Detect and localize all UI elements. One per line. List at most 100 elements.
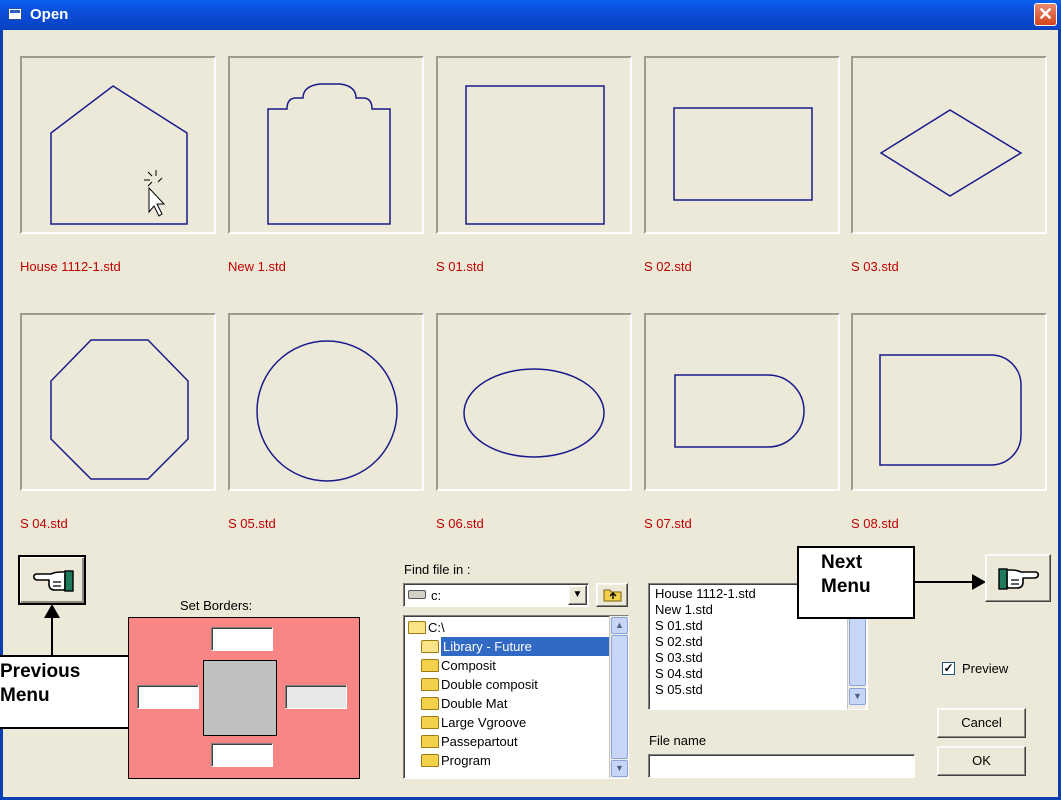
up-folder-button[interactable]: [596, 583, 628, 607]
thumbnail-octagon[interactable]: [20, 313, 216, 491]
next-callout-line1: Next: [821, 552, 863, 573]
thumbnail-label: House 1112-1.std: [20, 259, 121, 274]
next-menu-button[interactable]: [985, 554, 1051, 602]
next-arrow-head: [972, 574, 986, 590]
ok-button[interactable]: OK: [937, 746, 1026, 776]
thumbnail-label: S 02.std: [644, 259, 692, 274]
previous-arrow-head: [44, 604, 60, 618]
file-list-item[interactable]: S 03.std: [651, 650, 847, 666]
thumbnail-rectangle[interactable]: [644, 56, 840, 234]
folder-icon: [421, 735, 439, 748]
file-list-item[interactable]: S 05.std: [651, 682, 847, 698]
tree-item[interactable]: Composit: [406, 656, 610, 675]
close-button[interactable]: ✕: [1034, 3, 1057, 26]
tree-item-label: Double composit: [441, 677, 538, 692]
scroll-up-icon[interactable]: ▲: [611, 617, 628, 634]
cancel-button[interactable]: Cancel: [937, 708, 1026, 738]
tree-item-label: Library - Future: [441, 637, 627, 656]
thumbnail-square[interactable]: [436, 56, 632, 234]
thumbnail-ellipse[interactable]: [436, 313, 632, 491]
drive-select-value: c:: [431, 588, 442, 603]
file-list-scroll-down-icon[interactable]: ▼: [849, 688, 866, 705]
folder-icon: [421, 697, 439, 710]
tree-scrollbar[interactable]: ▲ ▼: [609, 616, 628, 778]
tree-item[interactable]: Library - Future: [406, 637, 627, 656]
thumbnail-label: S 01.std: [436, 259, 484, 274]
next-menu-callout: Next Menu: [797, 546, 915, 619]
folder-up-icon: [603, 589, 622, 602]
thumbnail-circle[interactable]: [228, 313, 424, 491]
check-icon: ✓: [943, 661, 954, 675]
folder-icon: [421, 754, 439, 767]
next-callout-line2: Menu: [821, 576, 871, 597]
border-right-input[interactable]: [285, 685, 347, 709]
chevron-down-icon[interactable]: ▼: [568, 585, 587, 605]
round-right-small-shape-icon: [674, 374, 805, 448]
tree-item[interactable]: Passepartout: [406, 732, 610, 751]
previous-menu-button[interactable]: [18, 555, 86, 605]
file-list-item[interactable]: S 02.std: [651, 634, 847, 650]
thumbnail-house[interactable]: [20, 56, 216, 234]
file-list-item[interactable]: S 01.std: [651, 618, 847, 634]
thumbnail-label: S 08.std: [851, 516, 899, 531]
ellipse-shape-icon: [463, 368, 605, 458]
preview-checkbox[interactable]: ✓: [942, 662, 955, 675]
cancel-button-label: Cancel: [961, 715, 1002, 730]
drive-select[interactable]: c: ▼: [403, 583, 589, 607]
file-name-input[interactable]: [648, 754, 915, 778]
thumbnail-label: S 05.std: [228, 516, 276, 531]
house-shape-icon: [50, 85, 188, 225]
tree-item-label: Large Vgroove: [441, 715, 527, 730]
window-icon: [8, 8, 22, 20]
set-borders-label: Set Borders:: [180, 598, 253, 613]
tree-item-label: Double Mat: [441, 696, 508, 711]
scroll-thumb[interactable]: [611, 635, 628, 759]
tree-item[interactable]: C:\: [406, 618, 610, 637]
diamond-shape-icon: [879, 109, 1023, 197]
next-menu-arrow: [915, 581, 975, 583]
set-borders-panel: [128, 617, 360, 779]
square-shape-icon: [465, 85, 605, 225]
thumbnail-arched[interactable]: [228, 56, 424, 234]
tree-item-label: Composit: [441, 658, 496, 673]
tree-item[interactable]: Double composit: [406, 675, 610, 694]
previous-callout-line2: Menu: [0, 685, 50, 706]
folder-icon: [421, 659, 439, 672]
folder-icon: [421, 716, 439, 729]
tree-item[interactable]: Program: [406, 751, 610, 770]
folder-icon: [421, 678, 439, 691]
border-top-input[interactable]: [211, 627, 273, 651]
thumbnail-label: S 04.std: [20, 516, 68, 531]
thumbnail-label: S 07.std: [644, 516, 692, 531]
thumbnail-round-right-small[interactable]: [644, 313, 840, 491]
tree-item[interactable]: Double Mat: [406, 694, 610, 713]
thumbnail-label: New 1.std: [228, 259, 286, 274]
file-list-item[interactable]: S 04.std: [651, 666, 847, 682]
artwork-preview: [203, 660, 277, 736]
tree-item[interactable]: Large Vgroove: [406, 713, 610, 732]
window-title: Open: [30, 6, 69, 23]
hand-pointing-left-icon: [32, 570, 74, 592]
folder-tree-list: C:\ Library - Future Composit Double compos…: [406, 618, 627, 770]
previous-menu-callout: Previous Menu: [0, 655, 130, 729]
octagon-shape-icon: [50, 339, 189, 480]
drive-icon: [408, 590, 426, 599]
folder-tree[interactable]: C:\ Library - Future Composit Double compos…: [403, 615, 629, 779]
border-bottom-input[interactable]: [211, 743, 273, 767]
border-left-input[interactable]: [137, 685, 199, 709]
thumbnail-round-right-large[interactable]: [851, 313, 1047, 491]
title-bar[interactable]: Open ✕: [0, 0, 1061, 30]
thumbnail-label: S 03.std: [851, 259, 899, 274]
tree-item-label: C:\: [428, 620, 445, 635]
previous-callout-line1: Previous: [0, 661, 81, 682]
open-folder-icon: [421, 640, 439, 653]
hand-pointing-right-icon: [998, 568, 1040, 590]
tree-item-label: Program: [441, 753, 491, 768]
tree-item-label: Passepartout: [441, 734, 518, 749]
find-file-label: Find file in :: [404, 562, 471, 577]
file-name-label: File name: [649, 733, 707, 748]
rectangle-shape-icon: [673, 107, 813, 201]
thumbnail-diamond[interactable]: [851, 56, 1047, 234]
scroll-down-icon[interactable]: ▼: [611, 760, 628, 777]
arched-shape-icon: [267, 83, 391, 225]
